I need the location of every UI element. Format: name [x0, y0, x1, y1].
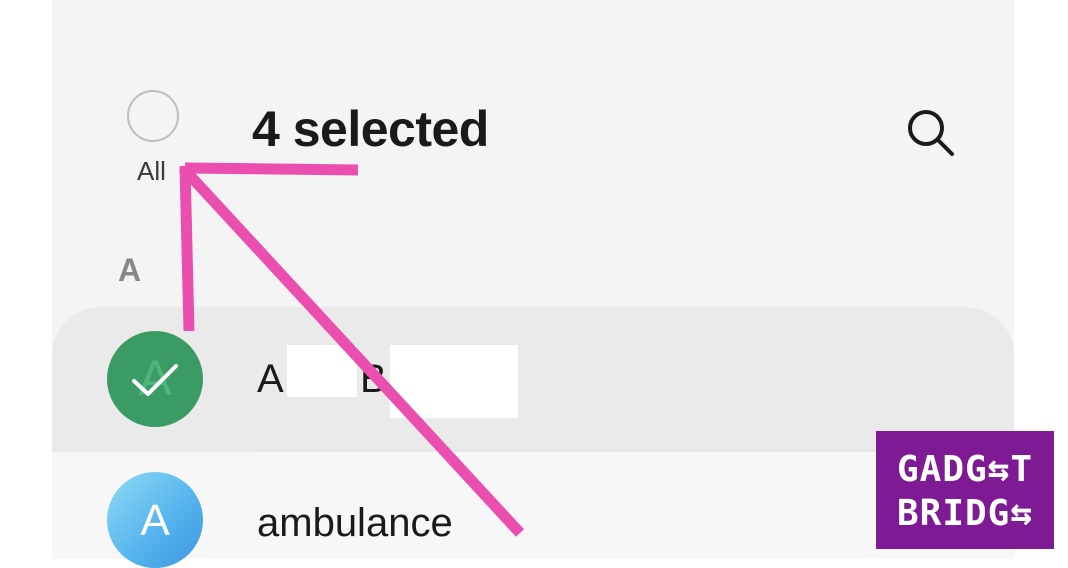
logo-line-2: BRIDG⇆ [896, 493, 1034, 534]
gadget-bridge-logo: GADG⇆T BRIDG⇆ [876, 431, 1054, 549]
logo-line-1: GADG⇆T [896, 449, 1034, 490]
